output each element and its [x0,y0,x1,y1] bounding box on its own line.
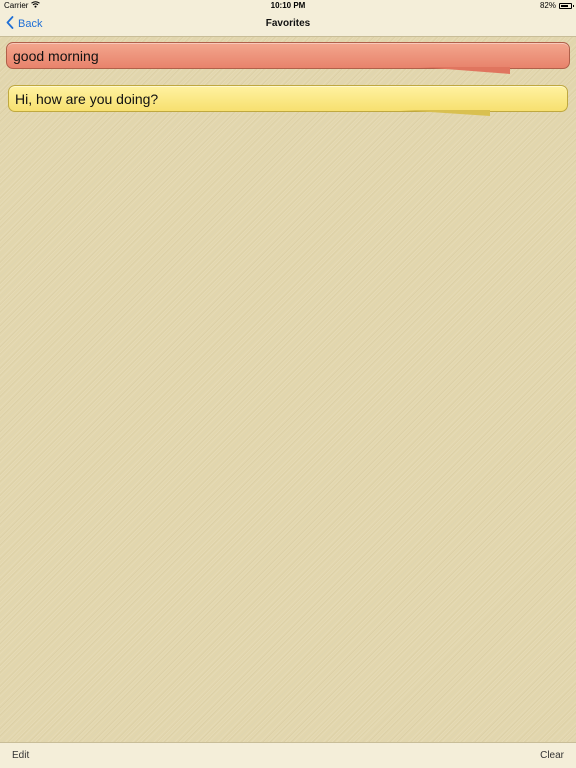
battery-group: 82% [539,1,574,10]
clear-button[interactable]: Clear [540,750,564,761]
bubble-tail [400,110,490,116]
battery-fill [561,4,569,7]
clock-label: 10:10 PM [270,1,306,10]
edit-button[interactable]: Edit [12,750,29,761]
status-bar: Carrier 10:10 PM 82% [0,0,576,12]
favorite-text: Hi, how are you doing? [15,91,159,107]
favorite-text: good morning [13,48,99,64]
bubble-tail [420,67,510,74]
favorite-item-1[interactable]: good morning [6,42,570,69]
battery-icon [559,2,574,9]
bottom-toolbar: Edit Clear [0,742,576,768]
nav-bar: Back Favorites [0,12,576,37]
page-title: Favorites [265,18,311,29]
battery-percent: 82% [539,1,556,10]
favorite-item-2[interactable]: Hi, how are you doing? [8,85,568,112]
